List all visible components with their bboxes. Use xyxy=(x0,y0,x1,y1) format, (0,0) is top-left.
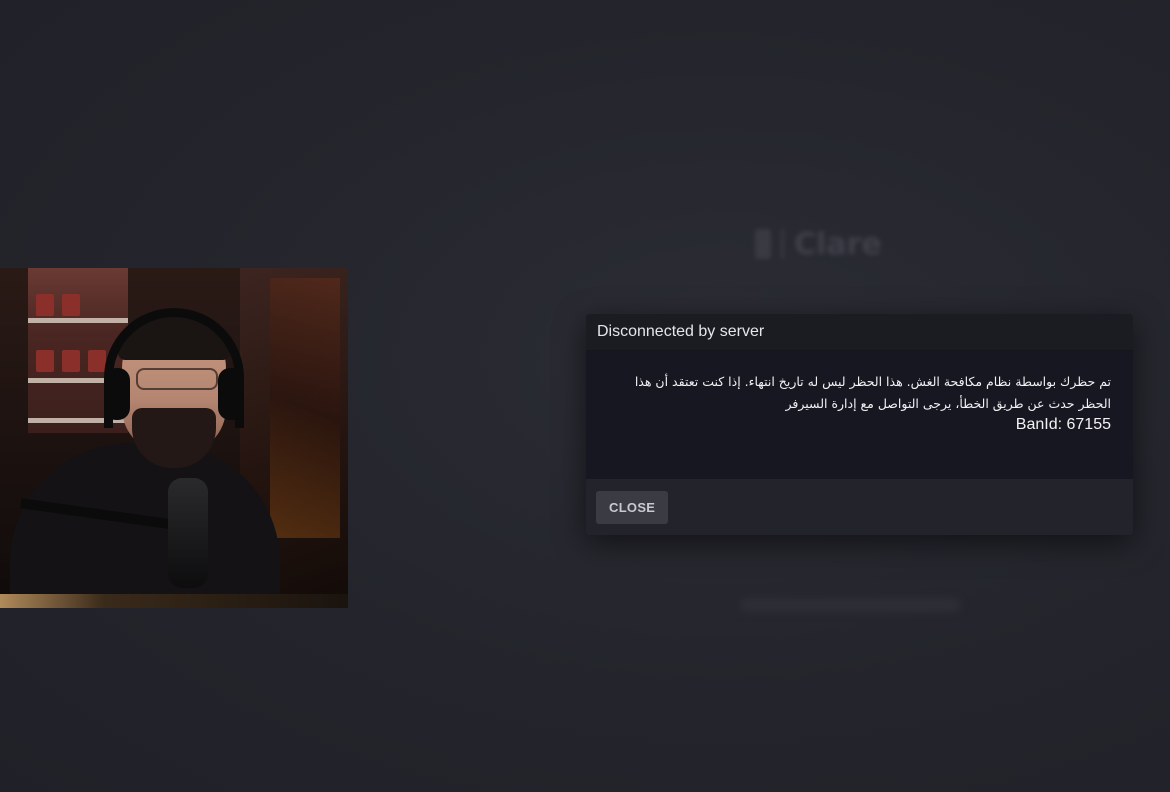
background-logo: Clare xyxy=(755,222,965,266)
headphone-earcup xyxy=(104,368,130,420)
webcam-shelf-line xyxy=(28,318,128,323)
webcam-shelf-item xyxy=(62,350,80,372)
webcam-shelf-item xyxy=(88,350,106,372)
dialog-header: Disconnected by server xyxy=(586,314,1133,351)
webcam-shelf-item xyxy=(62,294,80,316)
microphone-icon xyxy=(168,478,208,588)
background-logo-text: Clare xyxy=(794,226,882,262)
dialog-footer: CLOSE xyxy=(586,479,1133,535)
webcam-desk xyxy=(0,594,348,608)
webcam-poster xyxy=(270,278,340,538)
webcam-overlay xyxy=(0,268,348,608)
dialog-body: تم حظرك بواسطة نظام مكافحة الغش. هذا الح… xyxy=(586,351,1133,479)
webcam-shelf-item xyxy=(36,350,54,372)
close-button[interactable]: CLOSE xyxy=(596,490,669,524)
logo-divider xyxy=(781,229,784,259)
background-blurred-element xyxy=(740,598,960,612)
logo-mark-icon xyxy=(755,229,771,259)
headphone-earcup xyxy=(218,368,244,420)
dialog-title: Disconnected by server xyxy=(597,323,765,340)
ban-id: BanId: 67155 xyxy=(1015,416,1111,433)
webcam-shelf-item xyxy=(36,294,54,316)
ban-message: تم حظرك بواسطة نظام مكافحة الغش. هذا الح… xyxy=(634,374,1111,411)
disconnect-dialog: Disconnected by server تم حظرك بواسطة نظ… xyxy=(586,314,1133,535)
